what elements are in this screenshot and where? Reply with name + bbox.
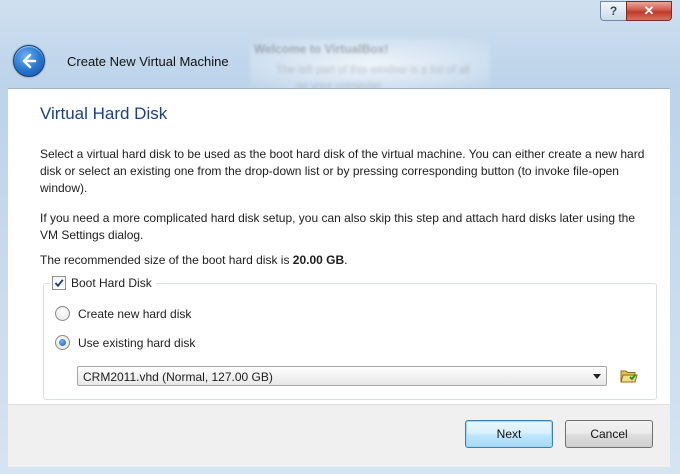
close-button[interactable]: ✕ [626,1,672,21]
selected-disk-value: CRM2011.vhd (Normal, 127.00 GB) [83,370,273,384]
recommended-size-prefix: The recommended size of the boot hard di… [40,253,293,267]
use-existing-disk-label: Use existing hard disk [78,335,196,350]
existing-disk-dropdown[interactable]: CRM2011.vhd (Normal, 127.00 GB) [77,366,607,386]
recommended-size-value: 20.00 GB [292,253,345,267]
page-title: Virtual Hard Disk [40,104,168,123]
boot-hard-disk-label: Boot Hard Disk [71,276,152,290]
description-paragraph: Select a virtual hard disk to be used as… [40,147,645,195]
radio-checked-icon[interactable] [55,335,70,350]
create-new-disk-option[interactable]: Create new hard disk [55,306,191,321]
folder-open-icon[interactable] [619,366,639,386]
help-button[interactable]: ? [600,1,626,21]
use-existing-disk-option[interactable]: Use existing hard disk [55,335,195,350]
radio-unchecked-icon[interactable] [55,306,70,321]
next-button[interactable]: Next [465,420,553,448]
background-window-line: The left part of this window is a list o… [276,64,470,76]
create-new-disk-label: Create new hard disk [78,306,192,321]
recommended-size-text: The recommended size of the boot hard di… [40,252,650,269]
caption-buttons: ? ✕ [600,1,672,21]
cancel-button[interactable]: Cancel [565,420,653,448]
chevron-down-icon [593,374,601,379]
wizard-title: Create New Virtual Machine [67,54,229,69]
advanced-setup-paragraph: If you need a more complicated hard disk… [40,211,636,242]
recommended-size-suffix: . [344,253,348,267]
back-arrow-icon [22,53,37,69]
background-window-text: Welcome to VirtualBox! [254,42,389,56]
checkbox-checked-icon[interactable] [52,276,66,290]
boot-hard-disk-checkbox[interactable]: Boot Hard Disk [50,275,156,291]
back-button[interactable] [13,45,45,77]
